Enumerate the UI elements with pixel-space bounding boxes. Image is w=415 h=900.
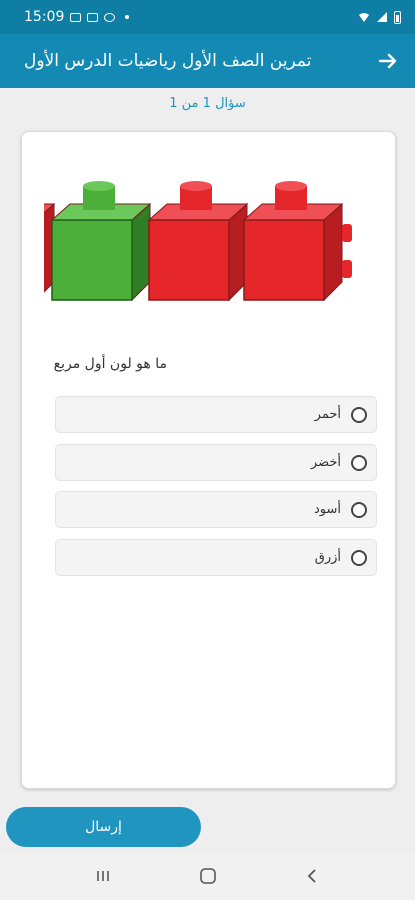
option-black[interactable]: أسود: [55, 491, 377, 528]
notification-dot-icon: [125, 15, 130, 19]
back-nav-icon[interactable]: [303, 866, 323, 886]
recent-apps-icon[interactable]: [93, 866, 113, 886]
blocks-image: [44, 181, 352, 302]
option-label: أحمر: [314, 407, 341, 422]
option-label: أخضر: [310, 455, 341, 470]
app-bar: تمرين الصف الأول رياضيات الدرس الأول: [0, 34, 415, 88]
block-connector: [342, 224, 352, 242]
option-label: أزرق: [314, 550, 341, 565]
home-icon[interactable]: [198, 866, 218, 886]
status-time: 15:09: [24, 9, 65, 25]
block-side: [323, 202, 343, 302]
signal-icon: [377, 12, 387, 22]
arrow-right-icon[interactable]: [377, 50, 399, 72]
whatsapp-icon: [104, 12, 116, 22]
option-blue[interactable]: أزرق: [55, 539, 377, 576]
block-connector: [342, 260, 352, 278]
block-stud-top: [275, 181, 307, 191]
submit-button[interactable]: إرسال: [6, 807, 201, 847]
question-card: ما هو لون أول مربع أحمر أخضر أسود أزرق: [21, 131, 396, 789]
radio-button[interactable]: [351, 501, 367, 518]
option-green[interactable]: أخضر: [55, 444, 377, 481]
block-front: [148, 219, 230, 301]
block-side: [131, 202, 151, 302]
block-front: [243, 219, 325, 301]
question-counter: سؤال 1 من 1: [169, 96, 246, 111]
mail-icon: [87, 12, 99, 22]
option-label: أسود: [313, 502, 341, 517]
question-text: ما هو لون أول مربع: [53, 356, 167, 372]
option-red[interactable]: أحمر: [55, 396, 377, 433]
radio-button[interactable]: [351, 454, 367, 471]
radio-button[interactable]: [351, 549, 367, 566]
block-stud-top: [83, 181, 115, 191]
battery-icon: [394, 10, 401, 24]
page-title: تمرين الصف الأول رياضيات الدرس الأول: [24, 51, 312, 71]
status-bar: 15:09: [0, 0, 415, 34]
radio-button[interactable]: [351, 406, 367, 423]
gallery-icon: [70, 12, 82, 22]
wifi-icon: [359, 13, 369, 22]
block-front: [51, 219, 133, 301]
block-stud-top: [180, 181, 212, 191]
system-nav-bar: [0, 852, 415, 900]
